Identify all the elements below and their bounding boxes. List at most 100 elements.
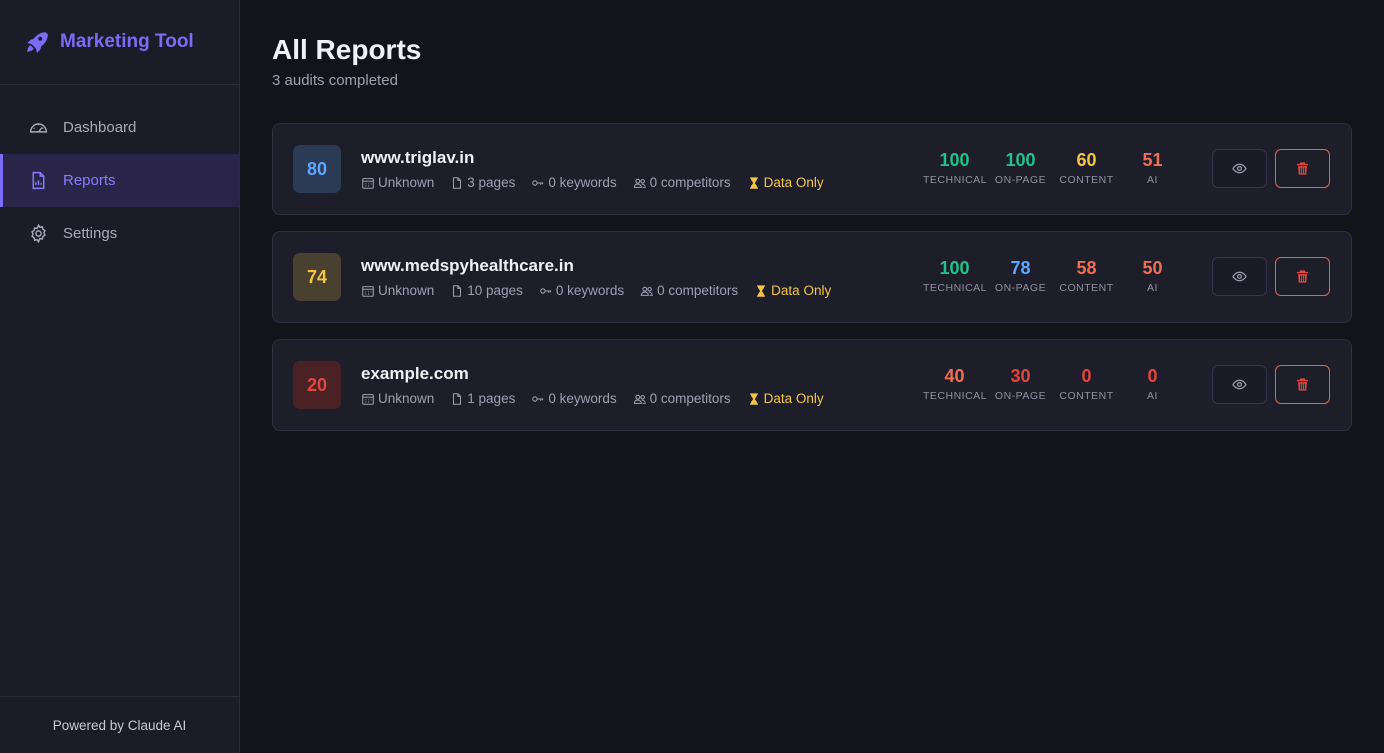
delete-report-button[interactable] (1275, 257, 1330, 296)
sidebar-footer: Powered by Claude AI (0, 696, 239, 753)
score-label: CONTENT (1059, 390, 1114, 402)
file-icon (453, 284, 462, 297)
sidebar-item-label: Dashboard (63, 119, 137, 136)
report-icon (32, 171, 45, 190)
overall-score-badge: 80 (293, 145, 341, 193)
trash-icon (1296, 162, 1309, 175)
key-icon (532, 179, 544, 186)
status-text: Data Only (763, 391, 824, 406)
score-breakdown: 100 TECHNICAL 78 ON-PAGE 58 CONTENT 50 AI (923, 258, 1187, 294)
score-value: 51 (1142, 150, 1163, 170)
score-content: 0 CONTENT (1055, 366, 1118, 402)
sidebar-nav: Dashboard Reports Settings (0, 85, 239, 260)
calendar-icon (362, 177, 374, 189)
meta-date: Unknown (361, 391, 434, 406)
hourglass-icon (757, 284, 766, 297)
score-label: ON-PAGE (994, 282, 1047, 294)
page-title: All Reports (272, 34, 422, 65)
key-icon (532, 395, 544, 402)
users-icon (633, 394, 646, 404)
score-label: CONTENT (1059, 282, 1114, 294)
meta-keywords-text: 0 keywords (548, 391, 617, 406)
view-report-button[interactable] (1212, 149, 1267, 188)
report-list: 80 www.triglav.in Unknown 3 pages 0 keyw… (272, 123, 1352, 431)
score-label: ON-PAGE (994, 174, 1047, 186)
calendar-icon (362, 393, 374, 405)
file-icon (453, 176, 462, 189)
score-value: 100 (939, 150, 970, 170)
eye-icon (1232, 379, 1247, 390)
main-content: All Reports 3 audits completed 80 www.tr… (272, 0, 1352, 447)
users-icon (640, 286, 653, 296)
score-value: 60 (1076, 150, 1097, 170)
score-label: TECHNICAL (923, 390, 988, 402)
meta-competitors-text: 0 competitors (649, 175, 731, 190)
view-report-button[interactable] (1212, 365, 1267, 404)
users-icon (633, 178, 646, 188)
score-value: 30 (1010, 366, 1031, 386)
meta-pages: 10 pages (450, 283, 523, 298)
report-card[interactable]: 80 www.triglav.in Unknown 3 pages 0 keyw… (272, 123, 1352, 215)
meta-date-text: Unknown (378, 175, 435, 190)
score-on-page: 78 ON-PAGE (989, 258, 1052, 294)
meta-keywords: 0 keywords (531, 391, 617, 406)
report-card[interactable]: 74 www.medspyhealthcare.in Unknown 10 pa… (272, 231, 1352, 323)
report-meta: Unknown 1 pages 0 keywords 0 competitors… (361, 391, 840, 406)
site-url[interactable]: example.com (361, 364, 469, 384)
report-meta: Unknown 10 pages 0 keywords 0 competitor… (361, 283, 847, 298)
meta-keywords-text: 0 keywords (555, 283, 625, 298)
trash-icon (1296, 270, 1309, 283)
meta-date: Unknown (361, 283, 434, 298)
score-value: 100 (939, 258, 970, 278)
score-on-page: 100 ON-PAGE (989, 150, 1052, 186)
meta-competitors: 0 competitors (640, 283, 738, 298)
status-text: Data Only (771, 283, 832, 298)
delete-report-button[interactable] (1275, 149, 1330, 188)
meta-pages-text: 1 pages (467, 391, 516, 406)
score-value: 50 (1142, 258, 1163, 278)
eye-icon (1232, 271, 1247, 282)
meta-keywords-text: 0 keywords (548, 175, 617, 190)
trash-icon (1296, 378, 1309, 391)
report-meta: Unknown 3 pages 0 keywords 0 competitors… (361, 175, 840, 190)
meta-competitors-text: 0 competitors (657, 283, 739, 298)
score-label: AI (1147, 390, 1158, 402)
score-label: AI (1147, 174, 1158, 186)
meta-date-text: Unknown (378, 391, 435, 406)
score-ai: 51 AI (1121, 150, 1184, 186)
status-badge: Data Only (747, 391, 824, 406)
sidebar-item-reports[interactable]: Reports (0, 154, 239, 207)
delete-report-button[interactable] (1275, 365, 1330, 404)
score-value: 0 (1147, 366, 1158, 386)
meta-date: Unknown (361, 175, 434, 190)
view-report-button[interactable] (1212, 257, 1267, 296)
site-url[interactable]: www.triglav.in (361, 148, 474, 168)
rocket-icon (27, 32, 48, 53)
sidebar-item-settings[interactable]: Settings (0, 207, 239, 260)
meta-keywords: 0 keywords (539, 283, 624, 298)
meta-competitors: 0 competitors (633, 391, 731, 406)
page-subtitle: 3 audits completed (272, 72, 398, 89)
status-text: Data Only (763, 175, 824, 190)
score-value: 40 (944, 366, 965, 386)
score-label: TECHNICAL (923, 282, 988, 294)
meta-competitors: 0 competitors (633, 175, 731, 190)
status-badge: Data Only (747, 175, 824, 190)
score-value: 0 (1081, 366, 1092, 386)
meta-keywords: 0 keywords (531, 175, 617, 190)
score-content: 58 CONTENT (1055, 258, 1118, 294)
meta-pages: 3 pages (450, 175, 515, 190)
sidebar-item-dashboard[interactable]: Dashboard (0, 101, 239, 154)
gear-icon (31, 223, 46, 244)
score-technical: 100 TECHNICAL (923, 258, 988, 294)
brand[interactable]: Marketing Tool (0, 0, 239, 85)
score-label: CONTENT (1059, 174, 1114, 186)
score-breakdown: 100 TECHNICAL 100 ON-PAGE 60 CONTENT 51 AI (923, 150, 1187, 186)
meta-date-text: Unknown (378, 283, 435, 298)
report-card[interactable]: 20 example.com Unknown 1 pages 0 keyword… (272, 339, 1352, 431)
site-url[interactable]: www.medspyhealthcare.in (361, 256, 574, 276)
sidebar-item-label: Reports (63, 172, 116, 189)
score-on-page: 30 ON-PAGE (989, 366, 1052, 402)
score-value: 100 (1005, 150, 1036, 170)
eye-icon (1232, 163, 1247, 174)
